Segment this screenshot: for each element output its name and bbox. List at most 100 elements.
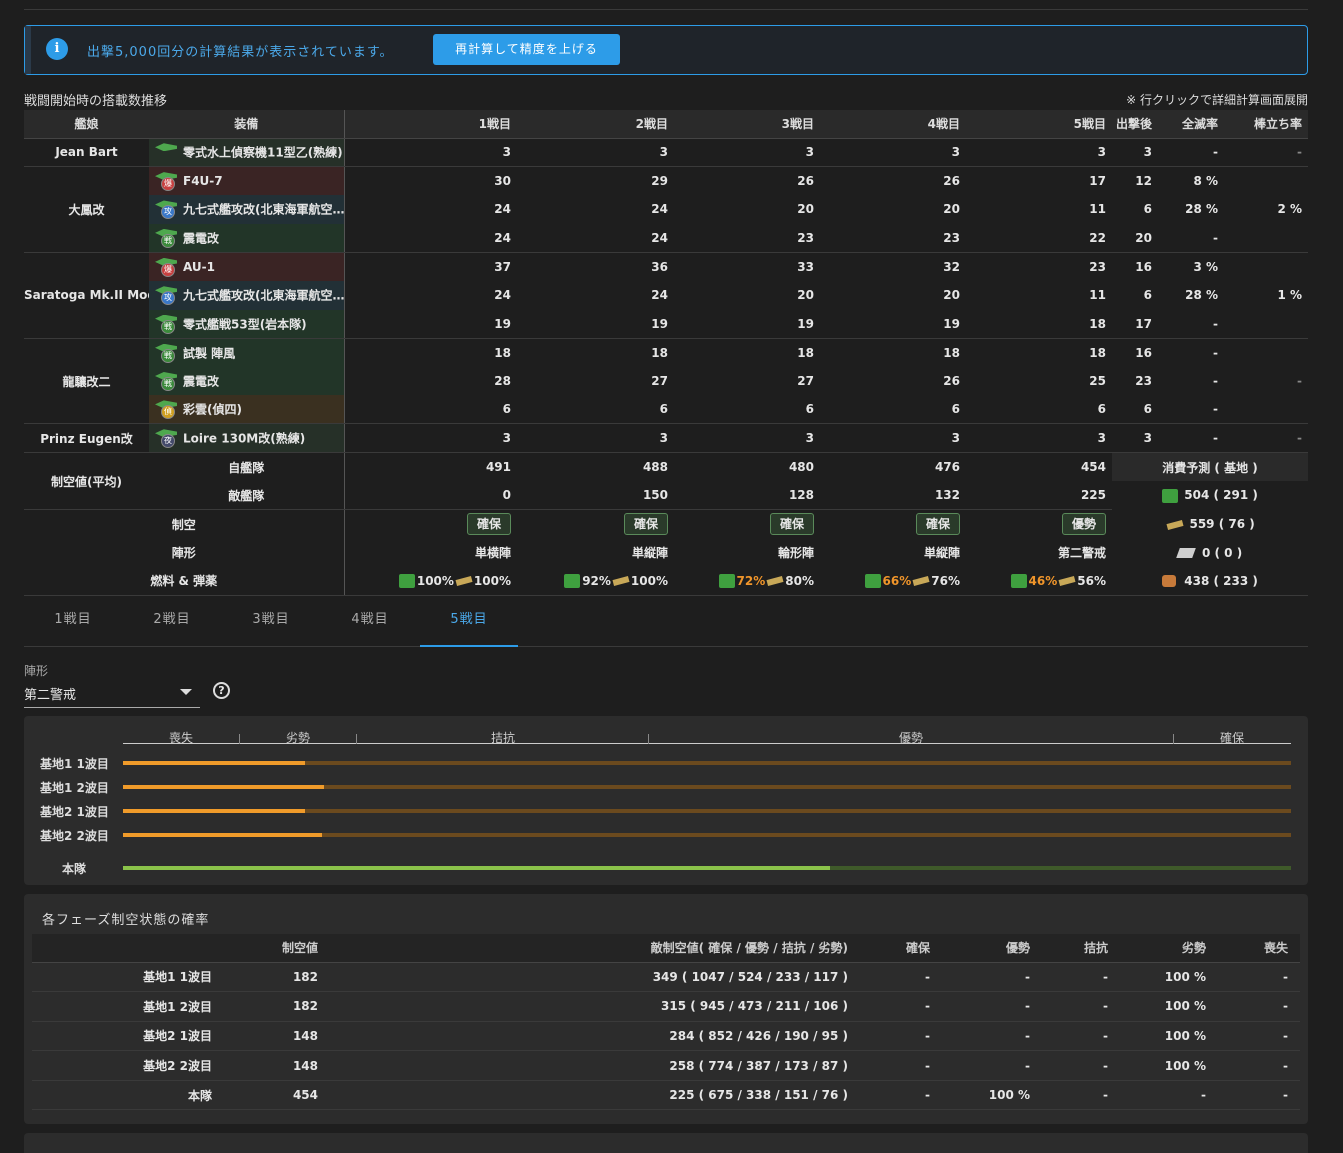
- own-ap-5: 454: [1080, 460, 1106, 475]
- air-state-bar-fill: [123, 761, 306, 765]
- prob-row: 本隊 454 225 ( 675 / 338 / 151 / 76 ) -100 % -…: [32, 1080, 1300, 1111]
- slot-count: 3: [674, 423, 820, 454]
- help-icon[interactable]: ?: [213, 682, 230, 699]
- after-count: 6: [1143, 202, 1152, 217]
- col-battle-2: 2戦目: [517, 110, 674, 139]
- enemy-ap-2: 150: [517, 481, 674, 511]
- prob-row: 基地2 2波目 148 258 ( 774 / 387 / 173 / 87 ) - -…: [32, 1050, 1300, 1081]
- formation-select-value: 第二警戒: [24, 688, 77, 703]
- prob-cell: 基地2 2波目: [32, 1050, 222, 1081]
- top-divider: [24, 9, 1308, 10]
- slot-count: 24: [517, 223, 674, 253]
- prob-cell: -: [942, 1021, 1042, 1052]
- alert-accent: [25, 26, 31, 74]
- fuel-percent: 46%: [1028, 573, 1058, 588]
- prob-row: 基地1 1波目 182 349 ( 1047 / 524 / 233 / 117 )…: [32, 962, 1300, 993]
- aircraft-type-badge: 戦: [161, 348, 175, 363]
- ship-name: Saratoga Mk.II Mod.2: [24, 252, 149, 339]
- annihilation-rate: -: [1158, 309, 1224, 339]
- idle-rate: -: [1224, 423, 1308, 454]
- prob-cell: 100 %: [942, 1080, 1042, 1111]
- tab-battle-4[interactable]: 4戦目: [321, 605, 419, 647]
- tab-battle-1[interactable]: 1戦目: [24, 605, 122, 647]
- phase-probability-panel: 各フェーズ制空状態の確率 制空値 敵制空値( 確保 / 優勢 / 拮抗 / 劣勢)…: [24, 894, 1308, 1124]
- slot-count: 29: [651, 174, 668, 189]
- air-state-bar: [123, 866, 1291, 870]
- equipment-row[interactable]: 龍驤改二 戦試製 陣風 18 18 18 18 18 16- -: [24, 338, 1308, 425]
- slot-count: 3: [517, 138, 674, 168]
- prob-cell: -: [1042, 1050, 1120, 1081]
- equipment-name: Loire 130M改(熟練): [183, 431, 306, 446]
- slot-count: 11: [1089, 202, 1106, 217]
- aircraft-icon: 爆: [153, 256, 181, 278]
- col-equipment: 装備: [149, 110, 345, 139]
- prob-header-row: 制空値 敵制空値( 確保 / 優勢 / 拮抗 / 劣勢) 確保 優勢 拮抗 劣勢 喪失: [32, 934, 1300, 963]
- ship-name: 龍驤改二: [24, 338, 149, 425]
- ship-name: Jean Bart: [24, 138, 149, 168]
- slot-count: 20: [943, 202, 960, 217]
- section-title: 戦闘開始時の搭載数推移: [24, 94, 168, 109]
- scale-tick: [356, 734, 357, 744]
- tab-battle-3[interactable]: 3戦目: [222, 605, 320, 647]
- equipment-row[interactable]: 戦零式艦戦53型(岩本隊) 19 19 19 19 18 17-: [24, 309, 1308, 339]
- annihilation-rate: -: [1213, 374, 1218, 389]
- prob-cell: -: [942, 991, 1042, 1022]
- ammo-icon: [766, 576, 784, 587]
- after-count: 3: [1112, 138, 1158, 168]
- ammo-percent: 80%: [785, 573, 814, 588]
- air-state-bar-fill: [123, 866, 830, 870]
- aircraft-icon: 戦: [153, 313, 181, 335]
- slot-count: 3: [344, 423, 517, 454]
- annihilation-rate: -: [1158, 223, 1224, 253]
- ammo-icon: [612, 576, 630, 587]
- supply-cell: 72% 80%: [674, 566, 820, 596]
- prob-col-header: 拮抗: [1042, 934, 1120, 963]
- prob-cell: -: [1042, 1080, 1120, 1111]
- equipment-row[interactable]: Jean Bart 零式水上偵察機11型乙(熟練) 3 3 3 3 3 3- -: [24, 138, 1308, 168]
- prob-cell: 182: [222, 962, 330, 993]
- prob-cell: -: [860, 1021, 942, 1052]
- own-ap-2: 488: [642, 460, 668, 475]
- equipment-row[interactable]: 戦震電改 28 27 27 26 25 23 -: [24, 366, 1308, 396]
- equipment-row[interactable]: 大鳳改 爆 F4U-7 30 29 26 26 17 12 8 % 2 %: [24, 166, 1308, 253]
- ammo-percent: 56%: [1077, 573, 1106, 588]
- air-power-enemy-row: 敵艦隊 0 150 128 132 225 504 ( 291 ): [24, 481, 1308, 511]
- slot-count: 20: [797, 202, 814, 217]
- annihilation-rate: 28 %: [1185, 202, 1218, 217]
- equipment-row[interactable]: 攻九七式艦攻改(北東海軍航空… 24 24 20 20 11 6 28 %: [24, 195, 1308, 224]
- fuel-icon: [864, 574, 881, 589]
- annihilation-rate: -: [1158, 138, 1224, 168]
- equipment-row[interactable]: Prinz Eugen改 夜 Loire 130M改(熟練) 3 3 3 3 3 3- -: [24, 423, 1308, 454]
- slot-count: 25: [1089, 374, 1106, 389]
- tab-battle-5[interactable]: 5戦目: [420, 605, 518, 647]
- enemy-fleet-label: 敵艦隊: [149, 481, 345, 511]
- consumption-title: 消費予測 ( 基地 ): [1112, 452, 1308, 482]
- equipment-row[interactable]: 偵彩雲(偵四) 6 6 6 6 6 6-: [24, 395, 1308, 425]
- equipment-row[interactable]: 戦震電改 24 24 23 23 22 20-: [24, 223, 1308, 253]
- air-power-own-row: 制空値(平均) 自艦隊 491 488 480 476 454 消費予測 ( 基…: [24, 452, 1308, 511]
- slot-count: 26: [943, 174, 960, 189]
- prob-cell: -: [942, 962, 1042, 993]
- slot-count: 6: [344, 395, 517, 425]
- aircraft-type-badge: 偵: [161, 405, 175, 420]
- after-count: 17: [1112, 309, 1158, 339]
- bauxite-icon: [1162, 575, 1177, 588]
- equipment-row[interactable]: Saratoga Mk.II Mod.2 爆 AU-1 37 36 33 32 23 16 3 …: [24, 252, 1308, 339]
- recalculate-button[interactable]: 再計算して精度を上げる: [433, 34, 620, 65]
- prob-cell: 100 %: [1120, 991, 1218, 1022]
- equipment-row[interactable]: 攻九七式艦攻改(北東海軍航空… 24 24 20 20 11 6 28 %: [24, 280, 1308, 310]
- slot-count: 18: [494, 345, 511, 360]
- tab-battle-2[interactable]: 2戦目: [123, 605, 221, 647]
- slot-count: 23: [820, 223, 966, 253]
- slot-count: 23: [1089, 259, 1106, 274]
- slot-count: 23: [674, 223, 820, 253]
- slot-count: 11: [1089, 288, 1106, 303]
- equipment-name: 震電改: [183, 231, 220, 246]
- air-state-bar-fill: [123, 785, 324, 789]
- aircraft-type-badge: 戦: [161, 377, 175, 392]
- ammo-percent: 100%: [630, 573, 668, 588]
- own-ap-3: 480: [788, 460, 814, 475]
- formation-select[interactable]: 第二警戒: [24, 682, 200, 708]
- air-state-bar: [123, 761, 1291, 765]
- after-count: 6: [1112, 395, 1158, 425]
